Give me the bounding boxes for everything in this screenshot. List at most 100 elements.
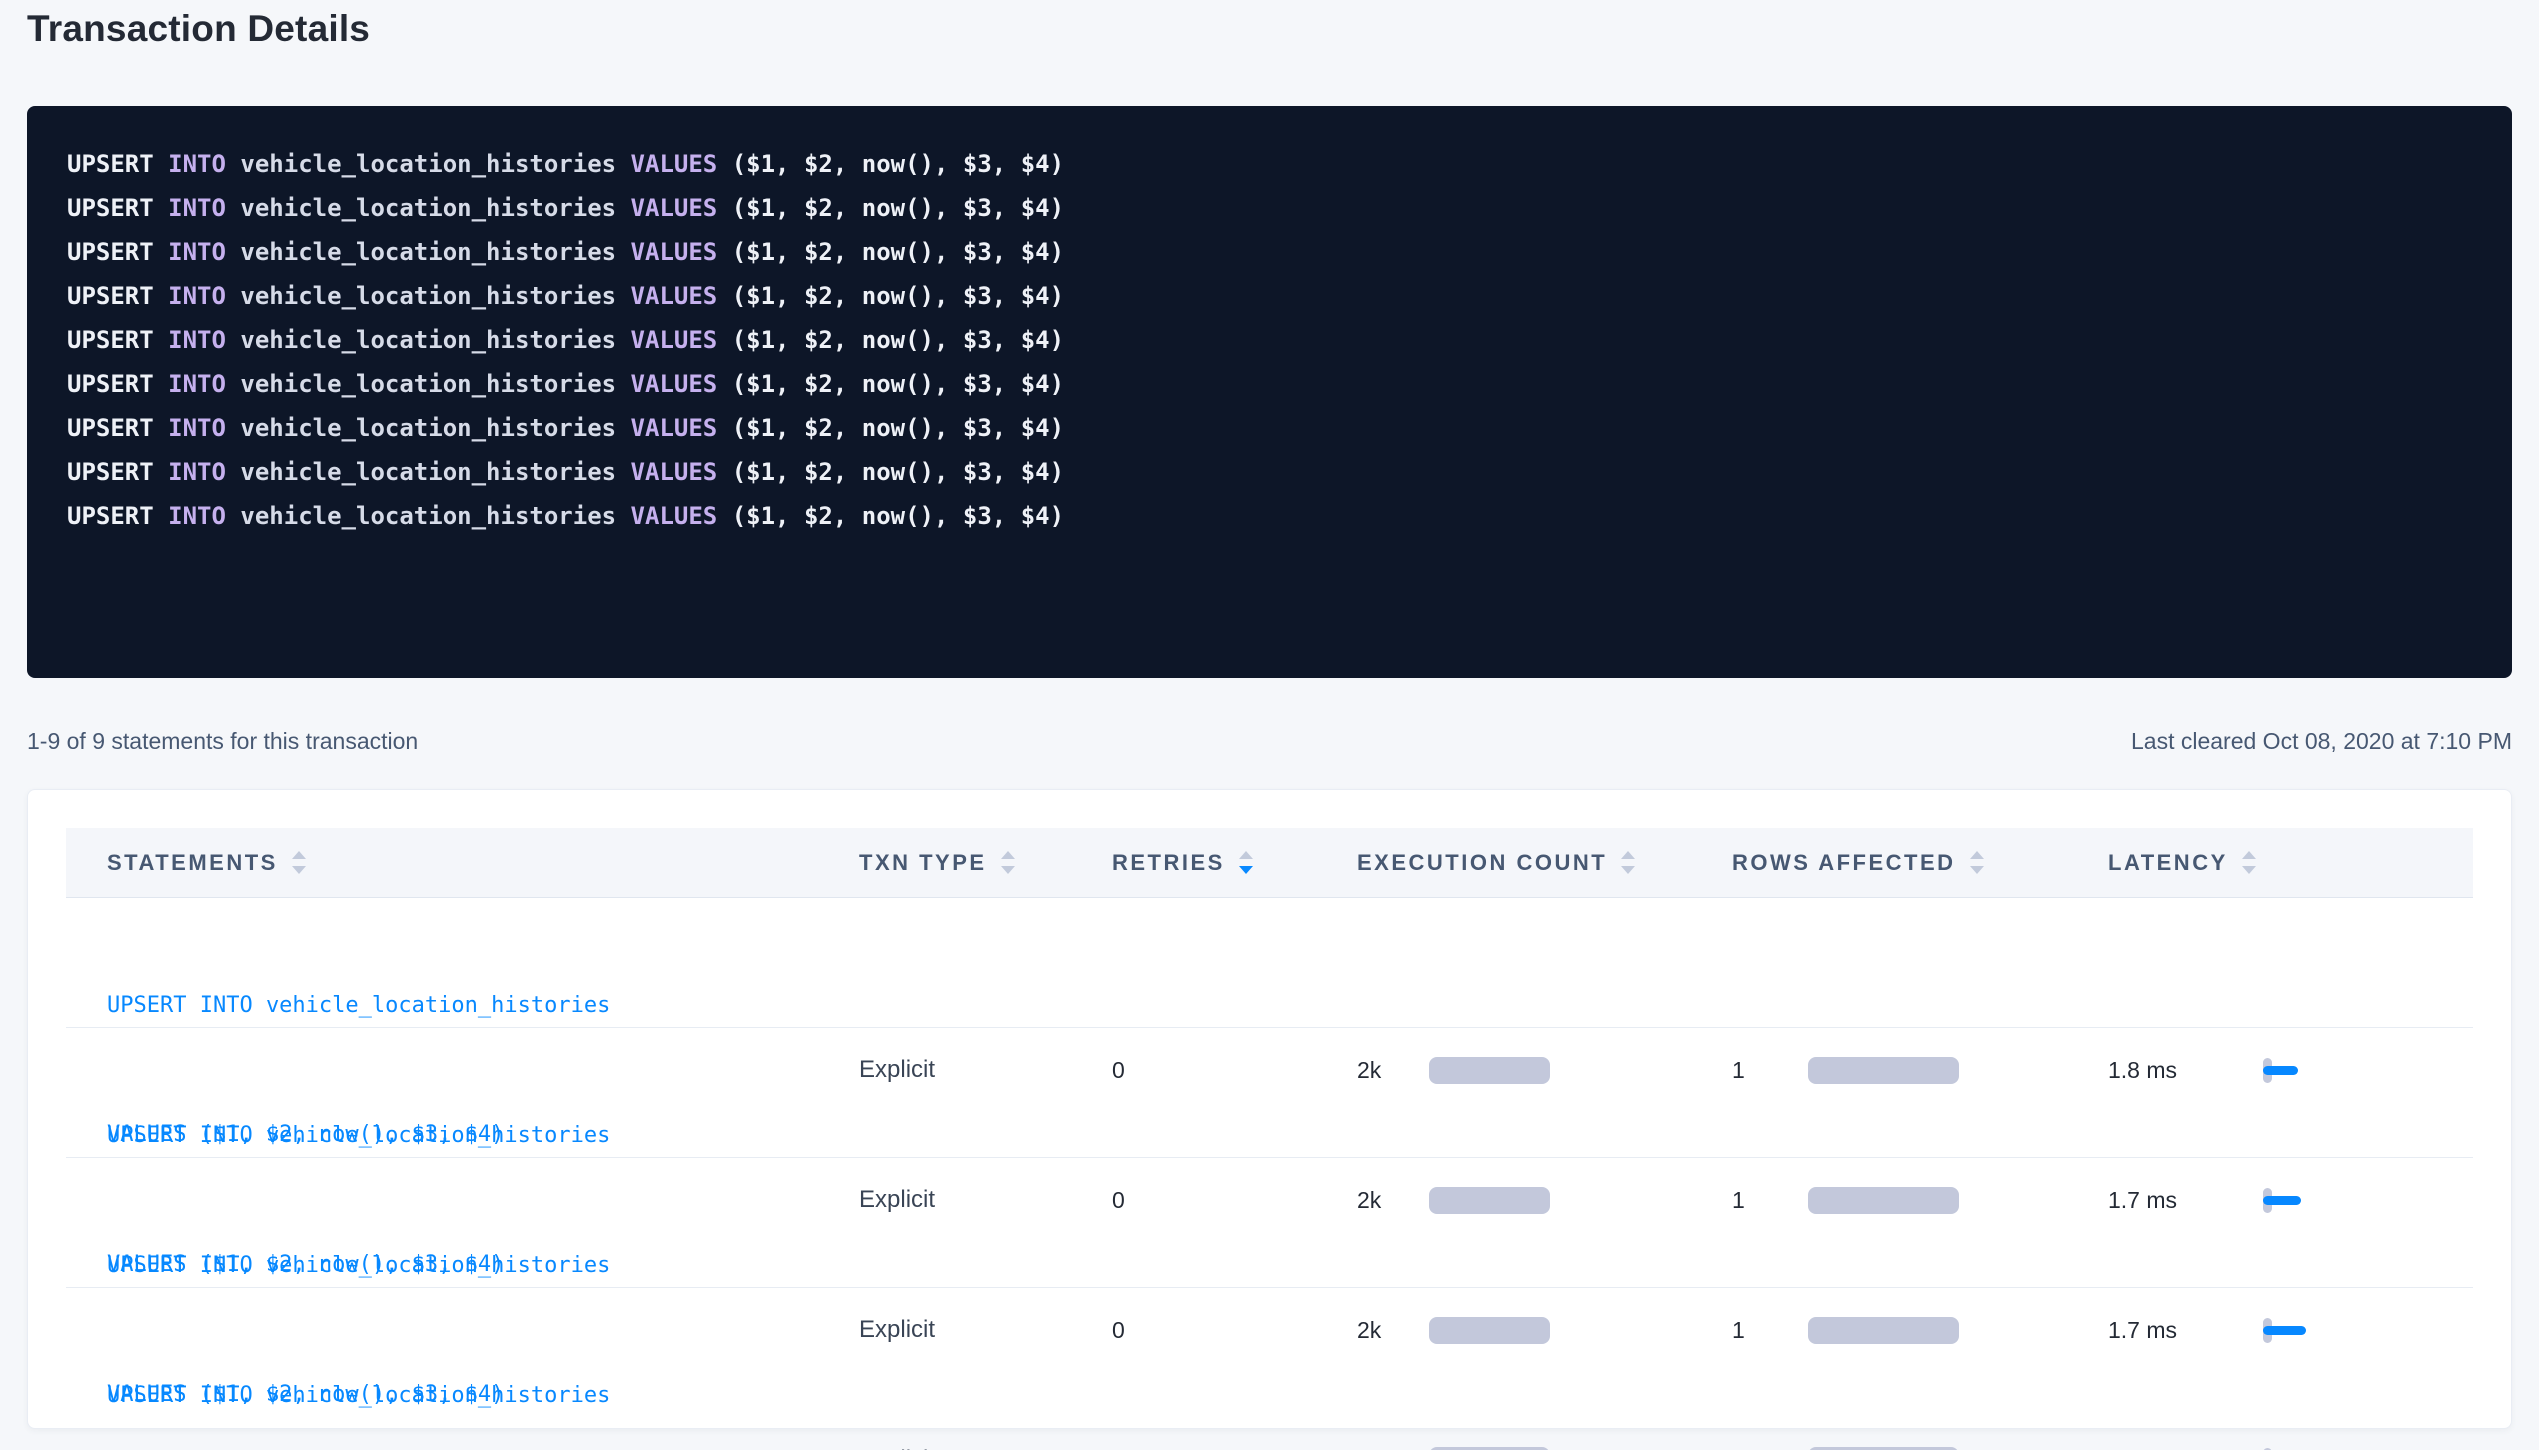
sql-statement-line: UPSERT INTO vehicle_location_histories V… [67, 450, 2472, 494]
table-header-row: STATEMENTS TXN TYPE RETRIES EX [66, 828, 2473, 898]
txn-type-cell: Explicit [859, 1056, 1112, 1084]
rows-affected-bar [1808, 1447, 1959, 1450]
txn-type-cell: Explicit [859, 1186, 1112, 1214]
statement-line-1: UPSERT INTO vehicle_location_histories [107, 984, 859, 1027]
txn-type-cell: Explicit [859, 1446, 1112, 1450]
rows-affected-value: 1 [1732, 1317, 1808, 1344]
statement-line-1: UPSERT INTO vehicle_location_histories [107, 1374, 859, 1417]
latency-bar [2263, 1066, 2298, 1075]
column-header[interactable]: TXN TYPE [859, 850, 1112, 876]
latency-cell: 2.0 ms [2108, 1447, 2473, 1450]
rows-affected-value: 1 [1732, 1057, 1808, 1084]
sort-ascending-icon[interactable] [292, 851, 306, 859]
table-row: UPSERT INTO vehicle_location_histories V… [66, 1158, 2473, 1288]
column-header-label: TXN TYPE [859, 850, 987, 876]
sql-keyword-into: INTO [168, 282, 226, 310]
sql-keyword-values: VALUES [631, 458, 718, 486]
sort-arrows[interactable] [1001, 851, 1015, 874]
sql-statement-line: UPSERT INTO vehicle_location_histories V… [67, 318, 2472, 362]
sql-keyword-values: VALUES [631, 502, 718, 530]
statement-link[interactable]: UPSERT INTO vehicle_location_histories V… [107, 1288, 859, 1450]
sql-args: ($1, $2, now(), $3, $4) [732, 150, 1064, 178]
rows-affected-cell: 1 [1732, 1057, 2108, 1084]
sql-args: ($1, $2, now(), $3, $4) [732, 326, 1064, 354]
sql-keyword-upsert: UPSERT [67, 458, 154, 486]
rows-affected-cell: 1 [1732, 1187, 2108, 1214]
txn-type-cell: Explicit [859, 1316, 1112, 1344]
sql-keyword-upsert: UPSERT [67, 326, 154, 354]
table-row: UPSERT INTO vehicle_location_histories V… [66, 1288, 2473, 1418]
sql-keyword-upsert: UPSERT [67, 370, 154, 398]
statements-count-text: 1-9 of 9 statements for this transaction [27, 728, 418, 755]
latency-value: 1.7 ms [2108, 1317, 2263, 1344]
sql-args: ($1, $2, now(), $3, $4) [732, 414, 1064, 442]
sort-arrows[interactable] [292, 851, 306, 874]
sort-ascending-icon[interactable] [1239, 851, 1253, 859]
sql-keyword-upsert: UPSERT [67, 414, 154, 442]
sql-keyword-values: VALUES [631, 370, 718, 398]
sort-ascending-icon[interactable] [1970, 851, 1984, 859]
execution-count-bar [1429, 1447, 1550, 1450]
column-header-label: STATEMENTS [107, 850, 278, 876]
sort-arrows[interactable] [1621, 851, 1635, 874]
table-row: UPSERT INTO vehicle_location_histories V… [66, 1028, 2473, 1158]
latency-value: 2.0 ms [2108, 1447, 2263, 1450]
sort-arrows[interactable] [1239, 851, 1253, 874]
sql-table-name: vehicle_location_histories [240, 194, 616, 222]
sql-table-name: vehicle_location_histories [240, 282, 616, 310]
column-header[interactable]: STATEMENTS [66, 850, 859, 876]
sort-ascending-icon[interactable] [1621, 851, 1635, 859]
rows-affected-bar [1808, 1057, 1959, 1084]
sort-descending-icon[interactable] [1621, 866, 1635, 874]
sql-args: ($1, $2, now(), $3, $4) [732, 238, 1064, 266]
latency-value: 1.8 ms [2108, 1057, 2263, 1084]
sql-keyword-values: VALUES [631, 282, 718, 310]
execution-count-value: 2k [1357, 1187, 1429, 1214]
sort-descending-icon[interactable] [1239, 866, 1253, 874]
retries-cell: 0 [1112, 1057, 1357, 1084]
rows-affected-value: 1 [1732, 1187, 1808, 1214]
execution-count-cell: 2k [1357, 1447, 1732, 1450]
sql-keyword-into: INTO [168, 414, 226, 442]
sql-table-name: vehicle_location_histories [240, 370, 616, 398]
sql-args: ($1, $2, now(), $3, $4) [732, 502, 1064, 530]
statements-table-card: STATEMENTS TXN TYPE RETRIES EX [27, 789, 2512, 1429]
sql-keyword-upsert: UPSERT [67, 194, 154, 222]
sql-keyword-upsert: UPSERT [67, 282, 154, 310]
sort-arrows[interactable] [1970, 851, 1984, 874]
execution-count-cell: 2k [1357, 1057, 1732, 1084]
sql-keyword-upsert: UPSERT [67, 150, 154, 178]
column-header-label: EXECUTION COUNT [1357, 850, 1607, 876]
sql-table-name: vehicle_location_histories [240, 326, 616, 354]
sql-statements-box: UPSERT INTO vehicle_location_histories V… [27, 106, 2512, 678]
sort-descending-icon[interactable] [1970, 866, 1984, 874]
sql-keyword-values: VALUES [631, 194, 718, 222]
sort-ascending-icon[interactable] [1001, 851, 1015, 859]
latency-chart [2263, 1187, 2383, 1214]
summary-bar: 1-9 of 9 statements for this transaction… [27, 728, 2512, 755]
sort-arrows[interactable] [2242, 851, 2256, 874]
sort-descending-icon[interactable] [2242, 866, 2256, 874]
transaction-details-page: Transaction Details UPSERT INTO vehicle_… [0, 0, 2539, 1429]
sql-table-name: vehicle_location_histories [240, 150, 616, 178]
rows-affected-bar [1808, 1187, 1959, 1214]
sort-descending-icon[interactable] [292, 866, 306, 874]
column-header[interactable]: RETRIES [1112, 850, 1357, 876]
sql-args: ($1, $2, now(), $3, $4) [732, 282, 1064, 310]
sql-keyword-upsert: UPSERT [67, 502, 154, 530]
sql-statement-line: UPSERT INTO vehicle_location_histories V… [67, 186, 2472, 230]
sql-keyword-values: VALUES [631, 326, 718, 354]
column-header[interactable]: LATENCY [2108, 850, 2473, 876]
sort-ascending-icon[interactable] [2242, 851, 2256, 859]
sql-table-name: vehicle_location_histories [240, 458, 616, 486]
sql-args: ($1, $2, now(), $3, $4) [732, 194, 1064, 222]
execution-count-cell: 2k [1357, 1187, 1732, 1214]
sql-statement-line: UPSERT INTO vehicle_location_histories V… [67, 362, 2472, 406]
execution-count-value: 2k [1357, 1447, 1429, 1450]
sql-statement-line: UPSERT INTO vehicle_location_histories V… [67, 274, 2472, 318]
sort-descending-icon[interactable] [1001, 866, 1015, 874]
column-header[interactable]: EXECUTION COUNT [1357, 850, 1732, 876]
sql-keyword-values: VALUES [631, 150, 718, 178]
column-header[interactable]: ROWS AFFECTED [1732, 850, 2108, 876]
page-title: Transaction Details [27, 8, 2512, 50]
